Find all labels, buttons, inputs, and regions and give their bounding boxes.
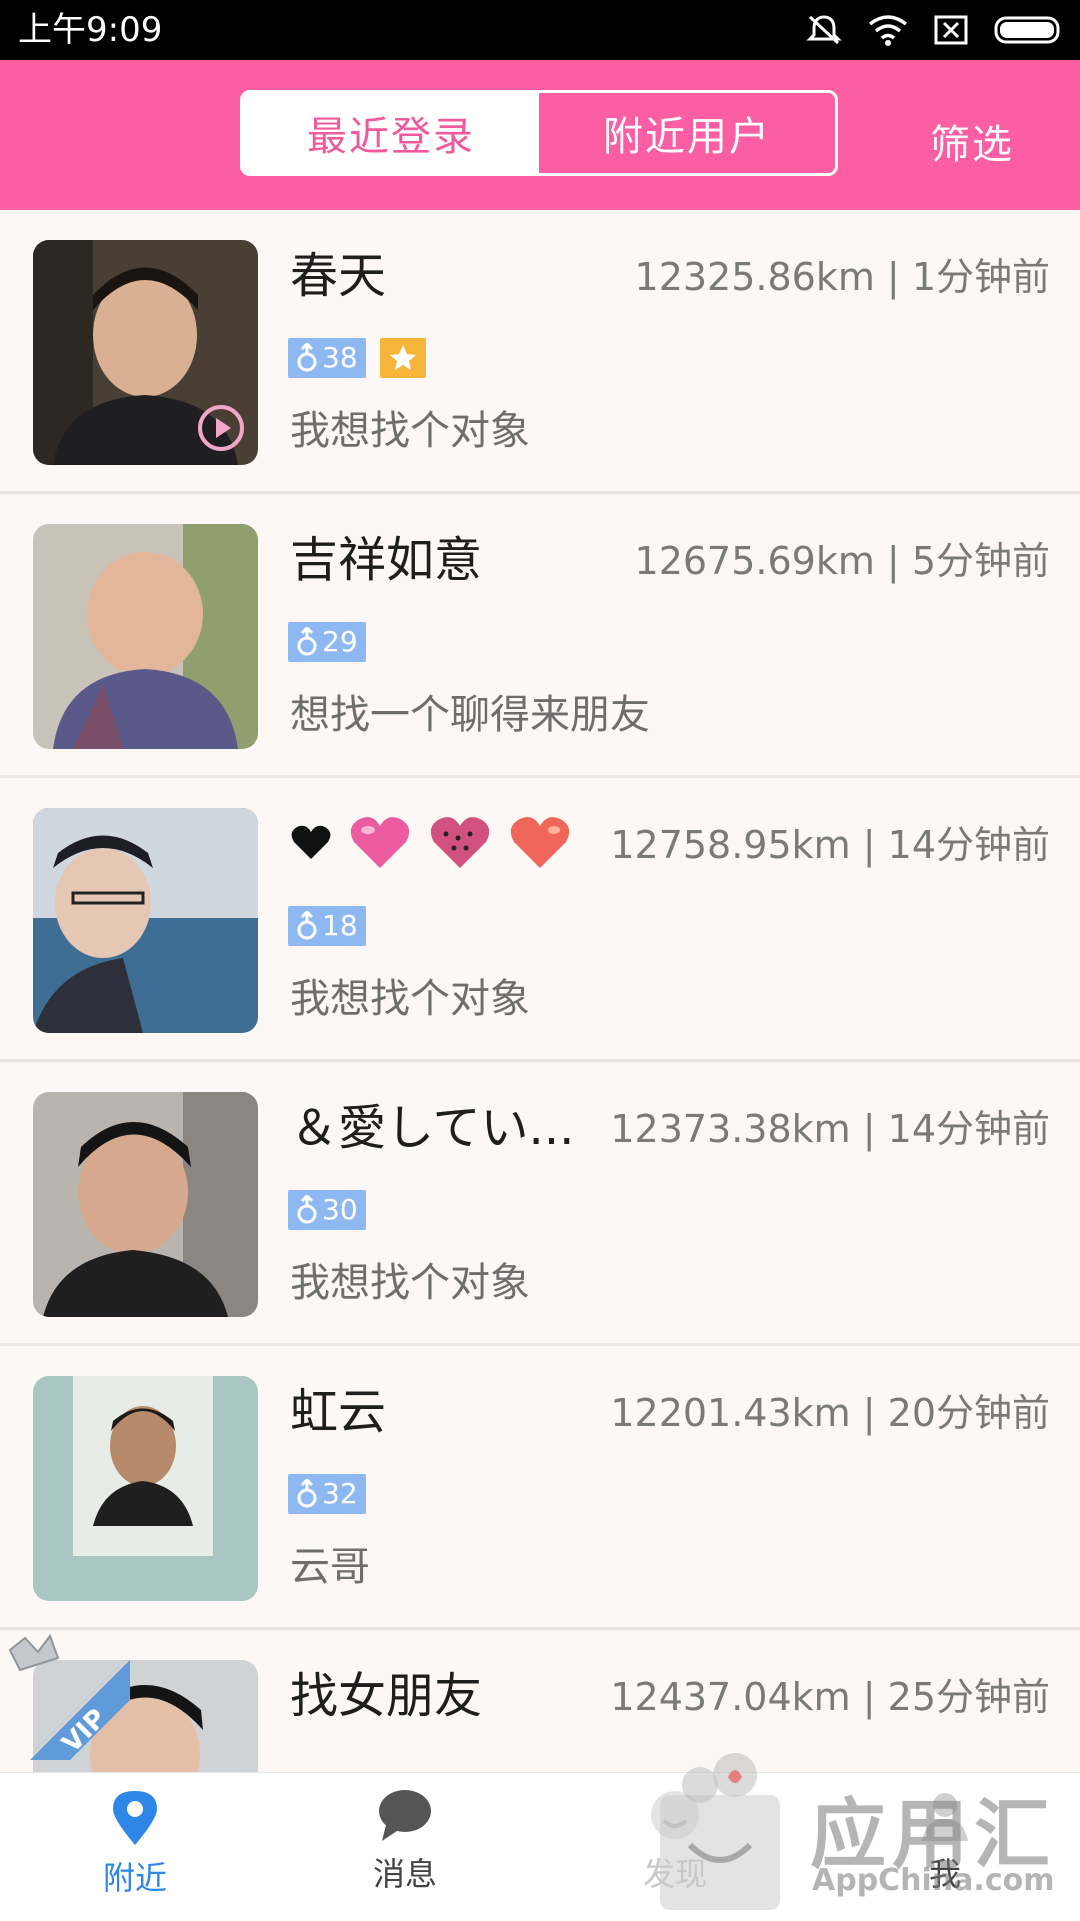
star-badge bbox=[379, 338, 426, 378]
bottom-nav: 附近 消息 发现 我 bbox=[0, 1772, 1080, 1921]
avatar[interactable] bbox=[33, 524, 258, 749]
top-header: 最近登录 附近用户 筛选 bbox=[0, 60, 1080, 210]
nav-nearby[interactable]: 附近 bbox=[0, 1773, 270, 1921]
nav-profile[interactable]: 我 bbox=[810, 1773, 1080, 1921]
age-badge: 29 bbox=[288, 622, 366, 662]
badges: 18 bbox=[288, 906, 366, 946]
distance-time: 12201.43km | 20分钟前 bbox=[610, 1391, 1050, 1435]
list-item[interactable]: 吉祥如意 12675.69km | 5分钟前 29 想找一个聊得来朋友 bbox=[0, 494, 1080, 778]
mute-notification-icon bbox=[806, 15, 842, 45]
watermelon-heart-icon bbox=[430, 817, 490, 868]
pink-heart-icon bbox=[350, 817, 410, 868]
age-value: 38 bbox=[322, 341, 358, 374]
user-name: 春天 bbox=[290, 248, 387, 304]
tab-nearby-users[interactable]: 附近用户 bbox=[539, 93, 835, 173]
wifi-icon bbox=[868, 15, 908, 46]
avatar[interactable] bbox=[33, 1092, 258, 1317]
badges: 30 bbox=[288, 1190, 366, 1230]
nav-discover[interactable]: 发现 bbox=[540, 1773, 810, 1921]
list-item[interactable]: VIP 找女朋友 12437.04km | 25分钟前 bbox=[0, 1630, 1080, 1772]
avatar[interactable] bbox=[33, 1376, 258, 1601]
list-item[interactable]: 虹云 12201.43km | 20分钟前 32 云哥 bbox=[0, 1346, 1080, 1630]
user-status: 我想找个对象 bbox=[290, 408, 530, 454]
video-play-icon[interactable] bbox=[196, 403, 246, 453]
nav-label: 附近 bbox=[102, 1859, 167, 1897]
status-icons bbox=[806, 10, 1064, 50]
distance-time: 12373.38km | 14分钟前 bbox=[610, 1107, 1050, 1151]
filter-button[interactable]: 筛选 bbox=[930, 112, 1014, 170]
badges: 38 bbox=[288, 338, 426, 378]
status-bar: 上午9:09 bbox=[0, 0, 1080, 60]
user-name: 吉祥如意 bbox=[290, 532, 483, 588]
tab-recent-login[interactable]: 最近登录 bbox=[243, 93, 539, 173]
user-status: 我想找个对象 bbox=[290, 976, 530, 1022]
tab-group: 最近登录 附近用户 bbox=[240, 90, 838, 176]
chat-bubble-icon bbox=[379, 1790, 431, 1841]
vip-crown-badge: VIP bbox=[8, 1633, 130, 1760]
user-name-emoji bbox=[290, 814, 590, 870]
badges: 32 bbox=[288, 1474, 366, 1514]
male-icon bbox=[297, 343, 317, 372]
nav-label: 我 bbox=[928, 1855, 961, 1893]
list-item[interactable]: 春天 12325.86km | 1分钟前 38 我想找个对象 bbox=[0, 210, 1080, 494]
user-status: 云哥 bbox=[290, 1544, 370, 1590]
user-name: ＆愛してい... bbox=[290, 1100, 575, 1156]
age-value: 29 bbox=[322, 625, 358, 658]
battery-icon bbox=[994, 16, 1060, 44]
avatar[interactable] bbox=[33, 240, 258, 465]
age-badge: 32 bbox=[288, 1474, 366, 1514]
male-icon bbox=[297, 1195, 317, 1224]
orange-heart-icon bbox=[510, 817, 570, 868]
distance-time: 12675.69km | 5分钟前 bbox=[634, 539, 1050, 583]
badges: 29 bbox=[288, 622, 366, 662]
discover-icon bbox=[651, 1791, 699, 1839]
location-pin-icon bbox=[113, 1791, 157, 1845]
distance-time: 12758.95km | 14分钟前 bbox=[610, 823, 1050, 867]
no-sim-icon bbox=[934, 15, 968, 45]
distance-time: 12325.86km | 1分钟前 bbox=[634, 255, 1050, 299]
age-value: 32 bbox=[322, 1477, 358, 1510]
user-status: 想找一个聊得来朋友 bbox=[290, 692, 650, 738]
male-icon bbox=[297, 1479, 317, 1508]
age-value: 18 bbox=[322, 909, 358, 942]
avatar[interactable] bbox=[33, 808, 258, 1033]
profile-icon bbox=[922, 1793, 968, 1841]
list-item[interactable]: ＆愛してい... 12373.38km | 14分钟前 30 我想找个对象 bbox=[0, 1062, 1080, 1346]
nav-messages[interactable]: 消息 bbox=[270, 1773, 540, 1921]
list-item[interactable]: 12758.95km | 14分钟前 18 我想找个对象 bbox=[0, 778, 1080, 1062]
user-status: 我想找个对象 bbox=[290, 1260, 530, 1306]
star-icon bbox=[389, 345, 416, 370]
male-icon bbox=[297, 911, 317, 940]
status-time: 上午9:09 bbox=[18, 10, 163, 50]
nav-label: 发现 bbox=[642, 1855, 707, 1893]
user-name: 虹云 bbox=[290, 1384, 387, 1440]
age-badge: 30 bbox=[288, 1190, 366, 1230]
user-list[interactable]: 春天 12325.86km | 1分钟前 38 我想找个对象 吉祥如意 1267… bbox=[0, 210, 1080, 1772]
user-name: 找女朋友 bbox=[290, 1668, 483, 1724]
age-badge: 18 bbox=[288, 906, 366, 946]
black-heart-icon bbox=[291, 825, 331, 859]
age-badge: 38 bbox=[288, 338, 366, 378]
male-icon bbox=[297, 627, 317, 656]
age-value: 30 bbox=[322, 1193, 358, 1226]
nav-label: 消息 bbox=[372, 1855, 437, 1893]
distance-time: 12437.04km | 25分钟前 bbox=[610, 1675, 1050, 1719]
